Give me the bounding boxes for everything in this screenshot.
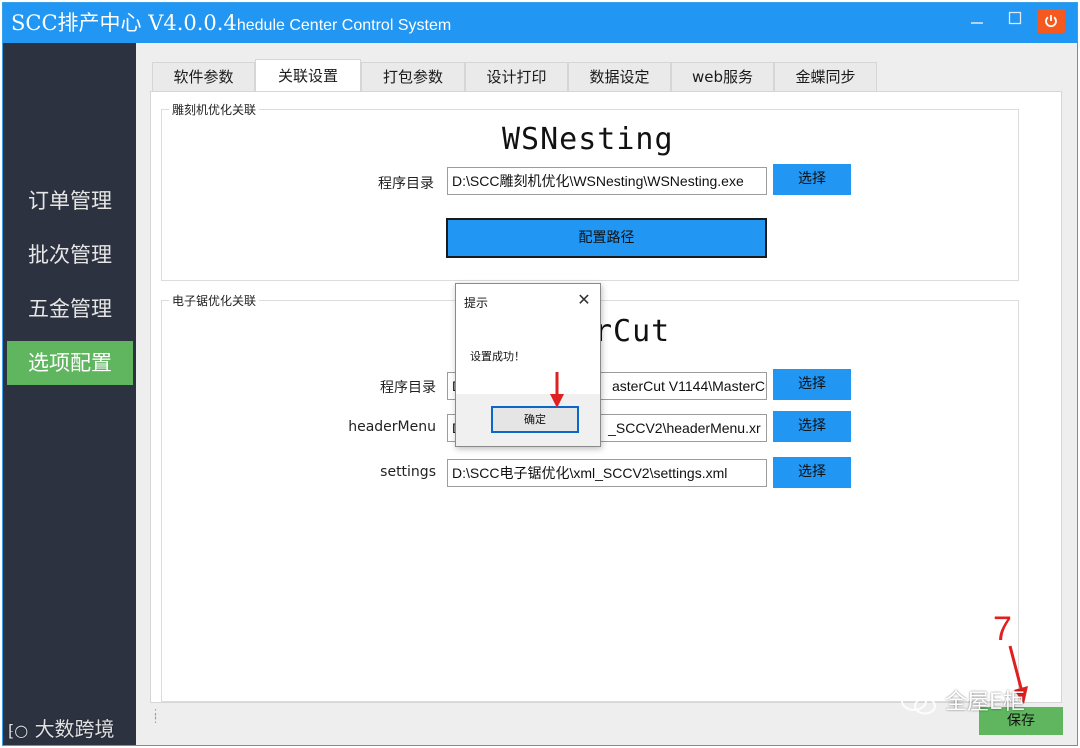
sidebar-item-orders[interactable]: 订单管理 — [7, 179, 133, 223]
ok-button[interactable]: 确定 — [491, 406, 579, 433]
watermark-right: 全屋E柜 — [900, 684, 1025, 716]
watermark-right-text: 全屋E柜 — [945, 690, 1025, 715]
engraving-group-title: 雕刻机优化关联 — [169, 101, 260, 118]
wechat-icon — [900, 690, 945, 715]
tab-link-settings[interactable]: 关联设置 — [255, 59, 361, 92]
saw-program-dir-label: 程序目录 — [380, 380, 436, 396]
engraving-program-dir-input[interactable]: D:\SCC雕刻机优化\WSNesting\WSNesting.exe — [447, 167, 767, 195]
header-menu-tail: _SCCV2\headerMenu.xr — [608, 420, 761, 436]
logo-icon: ⁅○ — [8, 721, 29, 740]
sidebar: 订单管理 批次管理 五金管理 选项配置 — [3, 43, 136, 745]
sidebar-item-options[interactable]: 选项配置 — [7, 341, 133, 385]
settings-select-button[interactable]: 选择 — [773, 457, 851, 488]
tab-web-service[interactable]: web服务 — [671, 62, 774, 92]
watermark-left-text: 大数跨境 — [34, 717, 115, 741]
maximize-icon[interactable] — [1001, 9, 1029, 33]
sidebar-item-batches[interactable]: 批次管理 — [7, 233, 133, 277]
saw-app-name: rCut — [594, 314, 671, 349]
saw-group-title: 电子锯优化关联 — [169, 292, 260, 309]
dialog-message: 设置成功！ — [470, 350, 525, 363]
step-number: 7 — [993, 610, 1012, 648]
title-bar: SCC排产中心 V4.0.0.4hedule Center Control Sy… — [3, 3, 1077, 43]
resize-grip[interactable]: ⋮ ⋮ — [150, 708, 161, 724]
window-title: SCC排产中心 V4.0.0.4hedule Center Control Sy… — [11, 7, 571, 39]
engraving-program-dir-label: 程序目录 — [378, 176, 434, 192]
tab-software-params[interactable]: 软件参数 — [152, 62, 255, 92]
sidebar-item-hardware[interactable]: 五金管理 — [7, 287, 133, 331]
saw-program-select-button[interactable]: 选择 — [773, 369, 851, 400]
dialog-footer: 确定 — [456, 394, 600, 446]
settings-input[interactable]: D:\SCC电子锯优化\xml_SCCV2\settings.xml — [447, 459, 767, 487]
tab-design-print[interactable]: 设计打印 — [465, 62, 568, 92]
tab-pack-params[interactable]: 打包参数 — [361, 62, 465, 92]
tab-data-settings[interactable]: 数据设定 — [568, 62, 671, 92]
dialog-title: 提示 — [464, 296, 489, 310]
tab-content: 雕刻机优化关联 WSNesting 程序目录 D:\SCC雕刻机优化\WSNes… — [150, 91, 1062, 703]
saw-program-dir-tail: asterCut V1144\MasterCu — [612, 378, 767, 394]
info-dialog: 提示 ✕ 设置成功！ 确定 — [455, 283, 601, 447]
close-icon[interactable]: ✕ — [574, 290, 594, 309]
watermark-left: ⁅○ 大数跨境 — [8, 713, 115, 742]
engraving-group: 雕刻机优化关联 WSNesting 程序目录 D:\SCC雕刻机优化\WSNes… — [161, 101, 1019, 281]
settings-label: settings — [380, 464, 436, 480]
tab-kingdee-sync[interactable]: 金蝶同步 — [774, 62, 877, 92]
engraving-select-button[interactable]: 选择 — [773, 164, 851, 195]
header-menu-label: headerMenu — [348, 419, 436, 435]
config-path-button[interactable]: 配置路径 — [446, 218, 767, 258]
power-icon[interactable] — [1037, 9, 1065, 33]
minimize-icon[interactable] — [963, 9, 991, 33]
window-title-sub: hedule Center Control System — [236, 17, 452, 34]
engraving-app-name: WSNesting — [502, 122, 674, 157]
main-panel: 软件参数 关联设置 打包参数 设计打印 数据设定 web服务 金蝶同步 雕刻机优… — [136, 43, 1077, 745]
window-title-main: SCC排产中心 V4.0.0.4 — [11, 11, 237, 35]
header-menu-select-button[interactable]: 选择 — [773, 411, 851, 442]
